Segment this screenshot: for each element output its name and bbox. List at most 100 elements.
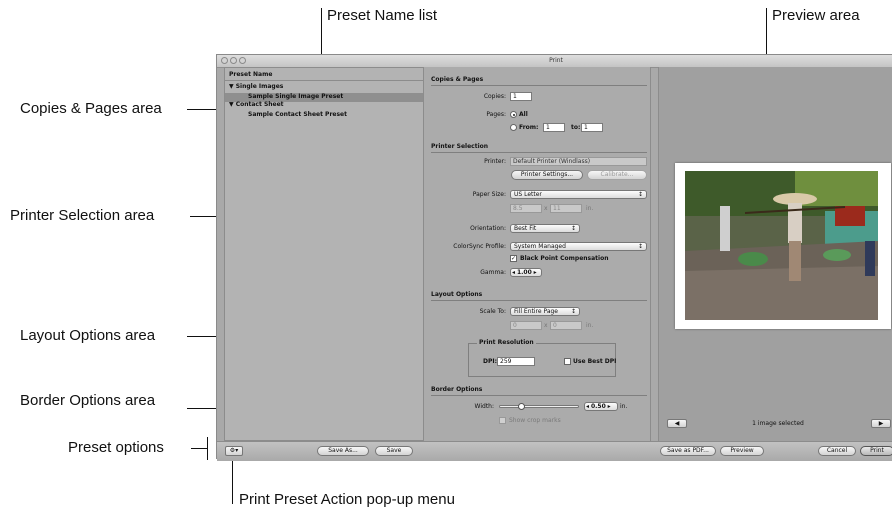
layout-height-field: 0 [550,321,582,330]
callout-layout-options-area: Layout Options area [20,327,156,344]
preview-button[interactable]: Preview [720,446,764,456]
save-button[interactable]: Save [375,446,413,456]
pages-from-radio[interactable] [510,124,517,131]
section-divider [431,300,647,301]
popup-arrows-icon: ↕ [570,225,576,232]
callout-preset-name-list: Preset Name list [327,7,438,24]
colorsync-popup[interactable]: System Managed ↕ [510,242,647,251]
left-arrow-icon[interactable]: ◂ [586,403,589,410]
layout-width-field: 0 [510,321,542,330]
dpi-label: DPI: [483,358,498,365]
calibrate-button[interactable]: Calibrate... [587,170,647,180]
pages-from-input[interactable]: 1 [543,123,565,132]
copies-pages-title: Copies & Pages [431,76,484,83]
right-arrow-icon[interactable]: ▸ [534,269,537,276]
pages-all-label: All [519,111,528,118]
popup-arrows-icon: ↕ [637,243,643,250]
preview-area: ◀ 1 image selected ▶ [658,67,892,441]
printer-settings-button[interactable]: Printer Settings... [511,170,583,180]
right-arrow-icon: ▶ [878,420,884,427]
preview-next-button[interactable]: ▶ [871,419,891,428]
bottom-bar: ⚙▾ Save As... Save Save as PDF... Previe… [217,441,892,461]
window-title: Print [549,57,563,64]
preset-group-contact-sheet[interactable]: ▼ Contact Sheet [225,101,424,110]
layout-x-label: x [544,322,548,329]
dpi-input[interactable]: 259 [497,357,535,366]
print-resolution-title: Print Resolution [477,339,536,347]
colorsync-value: System Managed [514,243,566,250]
orientation-popup[interactable]: Best Fit ↕ [510,224,580,233]
pages-label: Pages: [486,111,506,118]
paper-size-value: US Letter [514,191,542,198]
leader-action-menu [232,456,233,504]
preview-photo [685,171,878,320]
paper-size-label: Paper Size: [472,191,506,198]
copies-input[interactable]: 1 [510,92,532,101]
callout-copies-pages-area: Copies & Pages area [20,100,162,117]
section-divider [431,85,647,86]
show-crop-marks-label: Show crop marks [509,417,561,424]
pages-to-input[interactable]: 1 [581,123,603,132]
bracket-preset-options [207,437,208,460]
orientation-label: Orientation: [470,225,506,232]
print-button[interactable]: Print [860,446,892,456]
callout-print-preset-action-menu: Print Preset Action pop-up menu [239,491,455,508]
pages-all-radio[interactable] [510,111,517,118]
print-resolution-box: Print Resolution DPI: 259 Use Best DPI [468,339,616,377]
scale-to-value: Fill Entire Page [514,308,558,315]
printer-name-field: Default Printer (Windlass) [510,157,647,166]
border-unit-label: in. [620,403,628,410]
pages-from-label: From: [519,124,539,131]
black-point-checkbox[interactable]: ✓ [510,255,517,262]
preset-group-label: Contact Sheet [235,101,284,108]
paper-width-field: 8.5 [510,204,542,213]
preset-group-single-images[interactable]: ▼ Single Images [225,83,424,92]
preset-action-popup-button[interactable]: ⚙▾ [225,446,243,456]
preset-item-label: Sample Contact Sheet Preset [248,111,347,118]
colorsync-label: ColorSync Profile: [453,243,506,250]
use-best-dpi-checkbox[interactable] [564,358,571,365]
preset-list-header[interactable]: Preset Name [225,71,424,81]
border-width-value: 0.50 [590,403,606,410]
disclosure-triangle-icon[interactable]: ▼ [229,101,234,108]
border-width-stepper[interactable]: ◂ 0.50 ▸ [584,402,618,411]
printer-label: Printer: [484,158,506,165]
preset-item-sample-contact-sheet[interactable]: Sample Contact Sheet Preset [225,111,424,120]
disclosure-triangle-icon[interactable]: ▼ [229,83,234,90]
show-crop-marks-checkbox[interactable] [499,417,506,424]
paper-size-popup[interactable]: US Letter ↕ [510,190,647,199]
section-divider [431,395,647,396]
layout-options-title: Layout Options [431,291,483,298]
slider-knob[interactable] [518,403,526,410]
paper-x-label: x [544,205,548,212]
preset-name-list: Preset Name ▼ Single Images Sample Singl… [224,67,425,441]
callout-border-options-area: Border Options area [20,392,156,409]
gamma-label: Gamma: [480,269,506,276]
chevron-down-icon: ▾ [235,447,239,454]
photo-image [685,171,878,320]
section-divider [431,152,647,153]
callout-preview-area: Preview area [772,7,860,24]
save-as-button[interactable]: Save As... [317,446,369,456]
paper-unit-label: in. [586,205,594,212]
gamma-value: 1.00 [516,269,532,276]
preset-item-label: Sample Single Image Preset [248,93,344,100]
scale-to-label: Scale To: [479,308,506,315]
paper-height-field: 11 [550,204,582,213]
right-arrow-icon[interactable]: ▸ [608,403,611,410]
cancel-button[interactable]: Cancel [818,446,856,456]
preview-paper [675,163,891,329]
settings-pane: Copies & Pages Copies: 1 Pages: All From… [423,67,651,441]
popup-arrows-icon: ↕ [570,308,576,315]
preview-status: 1 image selected [752,420,804,427]
left-arrow-icon[interactable]: ◂ [512,269,515,276]
preset-group-label: Single Images [235,83,284,90]
border-width-slider[interactable] [499,403,579,410]
orientation-value: Best Fit [514,225,537,232]
callout-printer-selection-area: Printer Selection area [10,207,155,224]
gamma-stepper[interactable]: ◂ 1.00 ▸ [510,268,542,277]
scale-to-popup[interactable]: Fill Entire Page ↕ [510,307,580,316]
save-as-pdf-button[interactable]: Save as PDF... [660,446,716,456]
copies-label: Copies: [483,93,506,100]
border-width-label: Width: [474,403,494,410]
